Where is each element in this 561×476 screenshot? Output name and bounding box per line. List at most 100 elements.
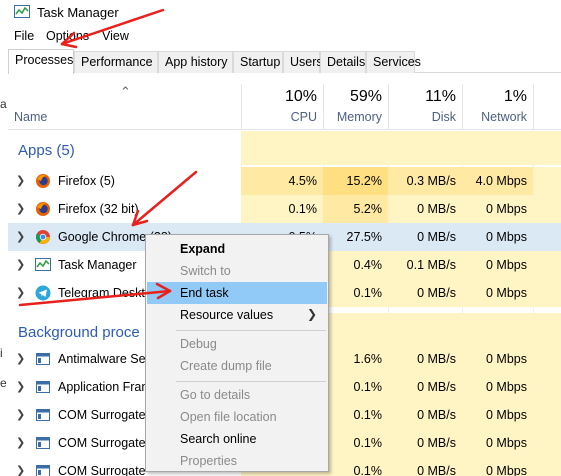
process-name: Task Manager <box>58 258 137 272</box>
menu-separator <box>176 330 326 331</box>
process-name: Telegram Deskto <box>58 286 152 300</box>
task-manager-icon <box>35 258 51 271</box>
menu-item-switch-to[interactable]: Switch to <box>147 260 327 282</box>
network-value: 0 Mbps <box>462 223 533 251</box>
menu-item-properties[interactable]: Properties <box>147 450 327 472</box>
chevron-right-icon[interactable]: ❯ <box>16 202 25 215</box>
process-window-icon <box>36 353 50 365</box>
section-title: Apps (5) <box>18 142 75 159</box>
menu-item-resource-values[interactable]: Resource values ❯ <box>147 304 327 326</box>
memory-value: 0.4% <box>323 251 388 279</box>
menu-item-go-to-details[interactable]: Go to details <box>147 384 327 406</box>
menu-item-expand[interactable]: Expand <box>147 238 327 260</box>
disk-value: 0 MB/s <box>388 457 462 476</box>
column-extra[interactable] <box>533 84 561 130</box>
disk-value: 0 MB/s <box>388 223 462 251</box>
cpu-value: 0.1% <box>241 195 323 223</box>
section-title: Background proce <box>18 324 140 341</box>
network-value: 0 Mbps <box>462 195 533 223</box>
menu-bar: File Options View <box>0 27 561 47</box>
chevron-right-icon[interactable]: ❯ <box>16 464 25 476</box>
tab-strip: Processes Performance App history Startu… <box>8 49 561 74</box>
sort-up-icon[interactable]: ⌃ <box>120 84 131 100</box>
chevron-right-icon[interactable]: ❯ <box>16 436 25 449</box>
chevron-right-icon[interactable]: ❯ <box>16 258 25 271</box>
menu-file[interactable]: File <box>14 29 34 43</box>
chevron-right-icon[interactable]: ❯ <box>16 174 25 187</box>
tab-processes[interactable]: Processes <box>8 49 74 74</box>
menu-item-search-online[interactable]: Search online <box>147 428 327 450</box>
column-disk[interactable]: 11% Disk <box>388 84 462 130</box>
menu-item-end-task[interactable]: End task <box>147 282 327 304</box>
process-window-icon <box>36 409 50 421</box>
section-apps: Apps (5) <box>8 131 561 165</box>
disk-value: 0 MB/s <box>388 345 462 373</box>
table-row[interactable]: ❯ Firefox (32 bit) 0.1% 5.2% 0 MB/s 0 Mb… <box>8 195 561 223</box>
menu-item-label: Resource values <box>180 308 274 322</box>
firefox-icon <box>36 202 50 216</box>
firefox-icon <box>36 174 50 188</box>
telegram-icon <box>35 285 51 301</box>
memory-value: 15.2% <box>323 167 388 195</box>
process-window-icon <box>36 465 50 476</box>
chrome-icon <box>35 230 50 244</box>
memory-value: 0.1% <box>323 373 388 401</box>
disk-value: 0 MB/s <box>388 195 462 223</box>
memory-value: 0.1% <box>323 429 388 457</box>
tab-details[interactable]: Details <box>320 51 366 73</box>
title-bar: Task Manager <box>0 0 561 26</box>
table-row[interactable]: ❯ Firefox (5) 4.5% 15.2% 0.3 MB/s 4.0 Mb… <box>8 167 561 195</box>
memory-value: 0.1% <box>323 401 388 429</box>
network-value: 0 Mbps <box>462 251 533 279</box>
task-manager-icon <box>14 5 30 18</box>
network-value: 4.0 Mbps <box>462 167 533 195</box>
menu-view[interactable]: View <box>102 29 129 43</box>
chevron-right-icon[interactable]: ❯ <box>16 408 25 421</box>
tab-users[interactable]: Users <box>283 51 323 73</box>
tab-app-history[interactable]: App history <box>158 51 233 73</box>
chevron-right-icon[interactable]: ❯ <box>16 380 25 393</box>
tab-services[interactable]: Services <box>366 51 421 73</box>
disk-value: 0.3 MB/s <box>388 167 462 195</box>
network-value: 0 Mbps <box>462 345 533 373</box>
window-title: Task Manager <box>37 5 119 20</box>
column-memory[interactable]: 59% Memory <box>323 84 388 130</box>
memory-value: 5.2% <box>323 195 388 223</box>
process-name: COM Surrogate <box>58 436 146 450</box>
background-window-fragment: i <box>0 346 3 360</box>
column-header-row: ⌃ Name 10% CPU 59% Memory 11% Disk 1% Networ… <box>8 84 561 130</box>
process-window-icon <box>36 381 50 393</box>
memory-value: 27.5% <box>323 223 388 251</box>
context-menu: Expand Switch to End task Resource value… <box>145 234 329 472</box>
network-value: 0 Mbps <box>462 429 533 457</box>
chevron-right-icon[interactable]: ❯ <box>16 286 25 299</box>
process-name: COM Surrogate <box>58 464 146 476</box>
network-value: 0 Mbps <box>462 401 533 429</box>
tab-performance[interactable]: Performance <box>74 51 158 73</box>
chevron-right-icon[interactable]: ❯ <box>16 230 25 243</box>
column-network[interactable]: 1% Network <box>462 84 533 130</box>
disk-value: 0 MB/s <box>388 429 462 457</box>
background-window-fragment: a <box>0 97 7 111</box>
column-name[interactable]: Name <box>14 110 47 124</box>
column-cpu[interactable]: 10% CPU <box>241 84 323 130</box>
menu-item-debug[interactable]: Debug <box>147 333 327 355</box>
chevron-right-icon[interactable]: ❯ <box>16 352 25 365</box>
background-window-fragment: e <box>0 376 7 390</box>
menu-item-open-file-location[interactable]: Open file location <box>147 406 327 428</box>
process-name: Antimalware Ser <box>58 352 150 366</box>
disk-value: 0.1 MB/s <box>388 251 462 279</box>
menu-item-create-dump-file[interactable]: Create dump file <box>147 355 327 377</box>
disk-value: 0 MB/s <box>388 279 462 307</box>
tab-startup[interactable]: Startup <box>233 51 283 73</box>
network-value: 0 Mbps <box>462 457 533 476</box>
memory-value: 0.1% <box>323 457 388 476</box>
process-name: COM Surrogate <box>58 408 146 422</box>
menu-options[interactable]: Options <box>46 29 89 43</box>
process-window-icon <box>36 437 50 449</box>
chevron-right-icon: ❯ <box>306 307 317 321</box>
process-name: Application Fran <box>58 380 149 394</box>
cpu-value: 4.5% <box>241 167 323 195</box>
process-name: Firefox (32 bit) <box>58 202 139 216</box>
process-name: Firefox (5) <box>58 174 115 188</box>
